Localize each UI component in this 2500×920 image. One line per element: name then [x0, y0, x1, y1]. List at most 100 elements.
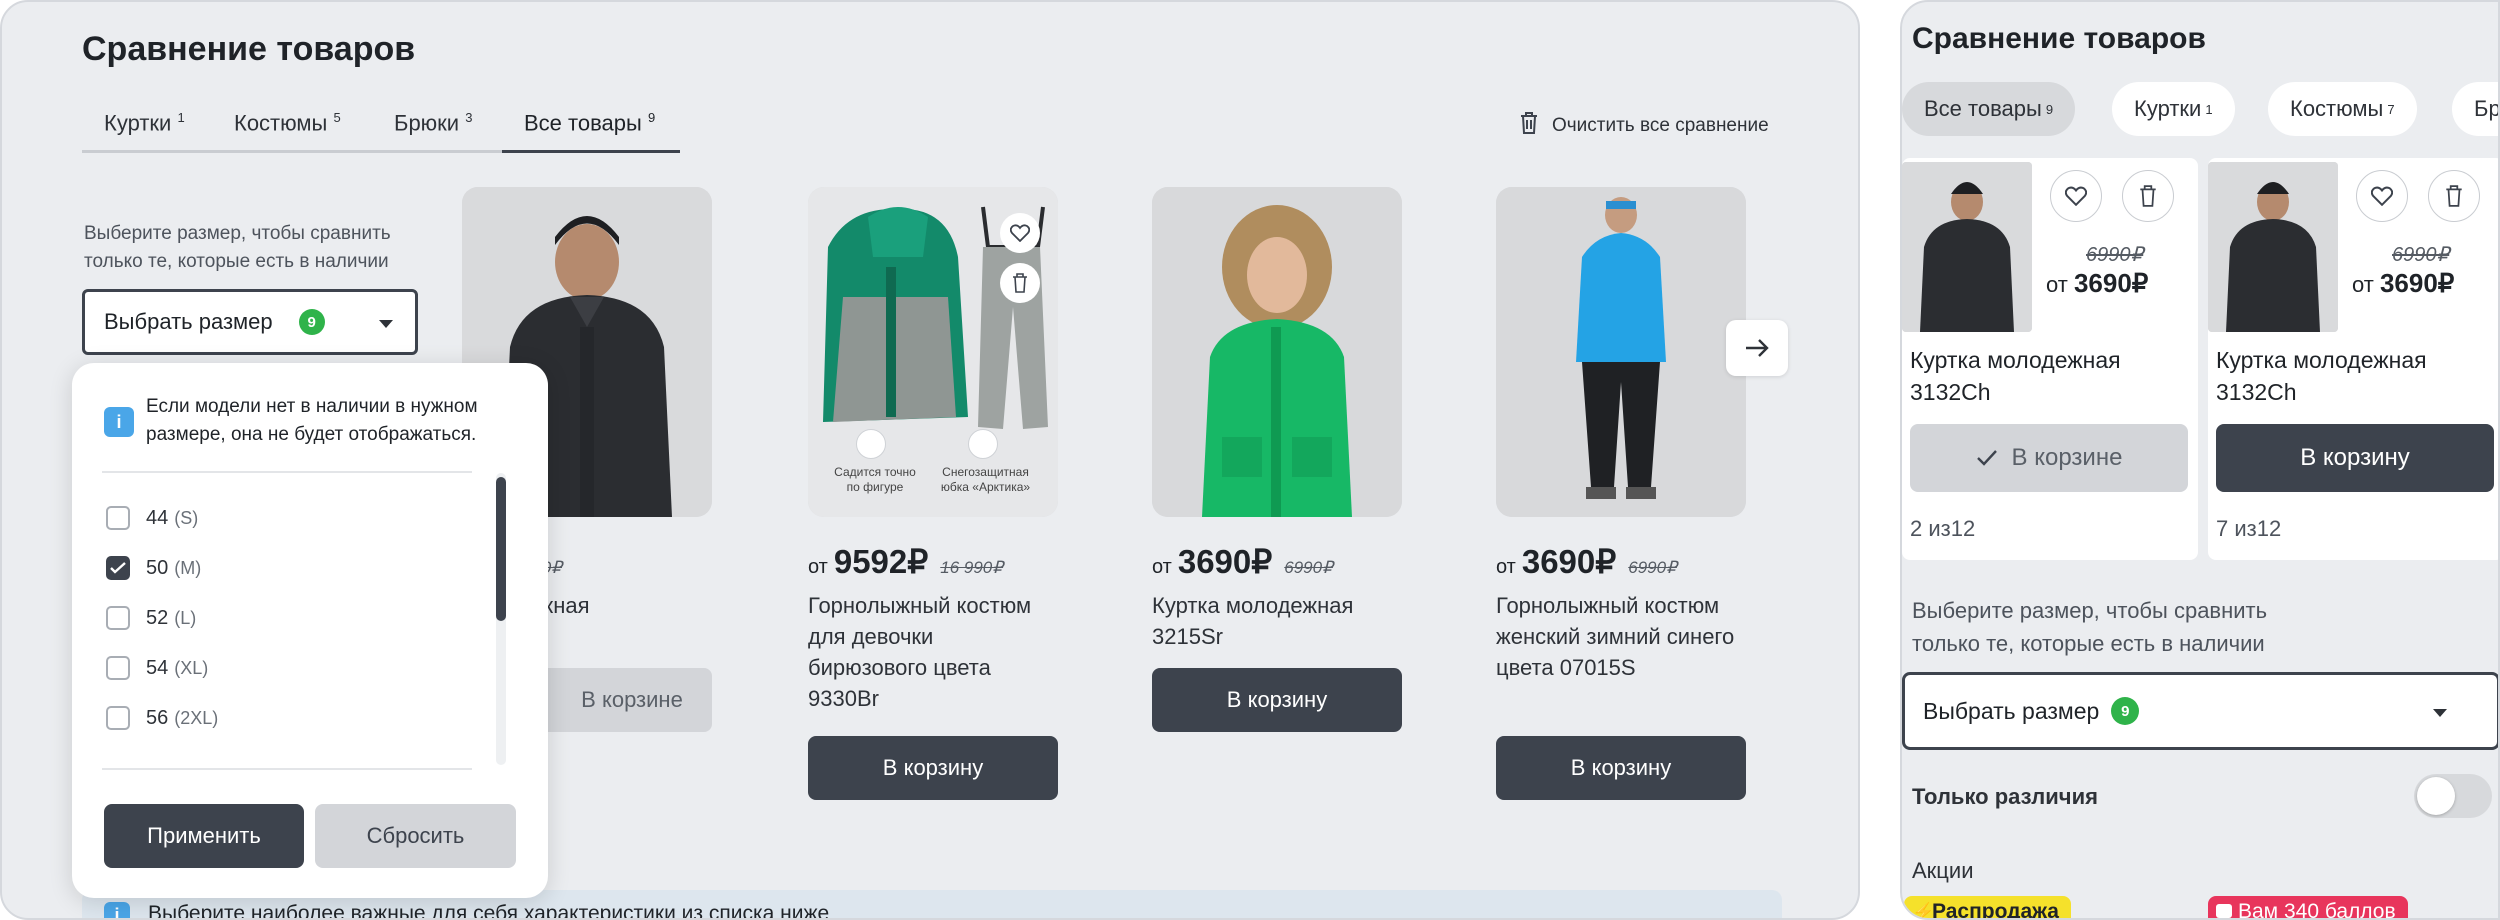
tab-label: Куртки: [2134, 96, 2202, 121]
tab-jackets[interactable]: Куртки 1: [104, 110, 185, 136]
price-value: 3690₽: [2073, 268, 2149, 298]
add-to-cart-button[interactable]: В корзину: [1152, 668, 1402, 732]
tab-label: Все товары: [524, 110, 642, 136]
tab-jackets[interactable]: Куртки 1: [2112, 82, 2235, 136]
tab-trousers[interactable]: Брю: [2452, 82, 2500, 136]
tab-all-products[interactable]: Все товары 9: [524, 110, 655, 136]
size-number: 44: [146, 506, 169, 529]
favorite-button[interactable]: [1000, 213, 1040, 253]
old-price: 6990₽: [1284, 558, 1333, 577]
product-name: Куртка молодежная 3132Ch: [1910, 347, 2121, 405]
button-label: В корзине: [581, 687, 683, 712]
checkbox[interactable]: [106, 506, 130, 530]
checkbox[interactable]: [106, 656, 130, 680]
only-differences-label: Только различия: [1912, 784, 2098, 809]
blue-ski-suit-photo: [1496, 187, 1746, 517]
clear-all-button[interactable]: Очистить все сравнение: [1518, 110, 1769, 142]
sale-badge: ⚡ Распродажа: [1904, 896, 2071, 920]
product-image[interactable]: [1152, 187, 1402, 517]
size-number: 56: [146, 706, 169, 729]
bonus-badge-label: Вам 340 баллов: [2238, 900, 2396, 920]
size-letter: (L): [174, 607, 197, 628]
add-to-cart-button[interactable]: В корзину: [808, 736, 1058, 800]
position-counter: 2 из12: [1910, 516, 1976, 541]
checkmark-icon: [110, 562, 126, 574]
heart-icon: [2371, 186, 2393, 206]
product-price: от 9592₽ 16 990₽: [808, 542, 1003, 581]
size-option[interactable]: 56 (2XL): [106, 706, 218, 730]
favorite-button[interactable]: [2356, 170, 2408, 222]
checkmark-icon: [1976, 450, 1997, 466]
bonus-points-badge: Вам 340 баллов: [2208, 896, 2408, 920]
checkbox[interactable]: [106, 606, 130, 630]
tab-count: 1: [2205, 101, 2213, 117]
size-option[interactable]: 44 (S): [106, 506, 198, 530]
next-products-button[interactable]: [1726, 320, 1788, 376]
page-title: Сравнение товаров: [1912, 22, 2206, 55]
favorite-button[interactable]: [2050, 170, 2102, 222]
tab-count: 7: [2387, 101, 2395, 117]
product-image[interactable]: [1496, 187, 1746, 517]
lightning-icon: ⚡: [1912, 902, 1935, 920]
tab-label: Брюки: [394, 110, 460, 136]
trash-icon: [2446, 185, 2462, 207]
mobile-compare-page: Сравнение товаров Все товары 9 Куртки 1 Ко…: [1900, 0, 2500, 920]
tab-label: Костюмы: [2290, 96, 2384, 121]
reset-button[interactable]: Сбросить: [315, 804, 516, 868]
size-number: 52: [146, 606, 169, 629]
tab-suits[interactable]: Костюмы 7: [2268, 82, 2417, 136]
bottom-hint-text: Выберите наиболее важные для себя характ…: [148, 902, 830, 920]
tab-all-products[interactable]: Все товары 9: [1902, 82, 2076, 136]
jacket-photo: [1902, 162, 2032, 332]
trash-icon: [1518, 110, 1540, 142]
size-option[interactable]: 54 (XL): [106, 656, 208, 680]
product-image[interactable]: Садится точно по фигуре Снегозащитная юб…: [808, 187, 1058, 517]
product-price: от 3690₽: [2046, 268, 2148, 299]
info-icon: i: [104, 407, 134, 437]
add-to-cart-button[interactable]: В корзину: [1496, 736, 1746, 800]
price-prefix: от: [1152, 556, 1172, 578]
in-cart-button[interactable]: В корзине: [1910, 424, 2188, 492]
remove-from-compare-button[interactable]: [2428, 170, 2480, 222]
tab-suits[interactable]: Костюмы 5: [234, 110, 341, 136]
size-select[interactable]: Выбрать размер 9: [1902, 672, 2498, 750]
tab-label: Костюмы: [234, 110, 328, 136]
jacket-photo: [2208, 162, 2338, 332]
price-prefix: от: [1496, 556, 1516, 578]
size-option[interactable]: 50 (M): [106, 556, 201, 580]
page-title: Сравнение товаров: [82, 30, 416, 68]
product-image[interactable]: [1902, 162, 2032, 332]
remove-from-compare-button[interactable]: [1000, 263, 1040, 303]
size-number: 54: [146, 656, 169, 679]
tab-label: Куртки: [104, 110, 172, 136]
size-dropdown: i Если модели нет в наличии в нужном раз…: [72, 363, 548, 898]
size-count-badge: 9: [2111, 697, 2140, 725]
position-counter: 7 из12: [2216, 516, 2282, 541]
price-value: 3690₽: [2379, 268, 2455, 298]
price-prefix: от: [2046, 272, 2068, 297]
size-count-badge: 9: [298, 309, 325, 335]
size-select[interactable]: Выбрать размер 9: [82, 289, 418, 355]
arrow-right-icon: [1746, 339, 1769, 357]
scrollbar-thumb[interactable]: [496, 477, 506, 621]
promotions-title: Акции: [1912, 858, 1974, 883]
green-jacket-photo: [1152, 187, 1402, 517]
tab-label: Брю: [2474, 96, 2500, 121]
checkbox-checked[interactable]: [106, 556, 130, 580]
size-option[interactable]: 52 (L): [106, 606, 196, 630]
price-prefix: от: [2352, 272, 2374, 297]
size-select-label: Выбрать размер: [104, 309, 273, 334]
price-value: 3690₽: [1177, 543, 1273, 580]
clear-all-label: Очистить все сравнение: [1552, 115, 1769, 136]
desktop-compare-page: Сравнение товаров Куртки 1 Костюмы 5 Брю…: [0, 0, 1860, 920]
only-differences-toggle[interactable]: [2414, 774, 2492, 818]
size-letter: (S): [174, 507, 199, 528]
apply-button[interactable]: Применить: [104, 804, 304, 868]
remove-from-compare-button[interactable]: [2122, 170, 2174, 222]
old-price: 6990₽: [2392, 244, 2450, 266]
add-to-cart-button[interactable]: В корзину: [2216, 424, 2494, 492]
checkbox[interactable]: [106, 706, 130, 730]
divider: [102, 768, 472, 770]
product-image[interactable]: [2208, 162, 2338, 332]
tab-trousers[interactable]: Брюки 3: [394, 110, 472, 136]
